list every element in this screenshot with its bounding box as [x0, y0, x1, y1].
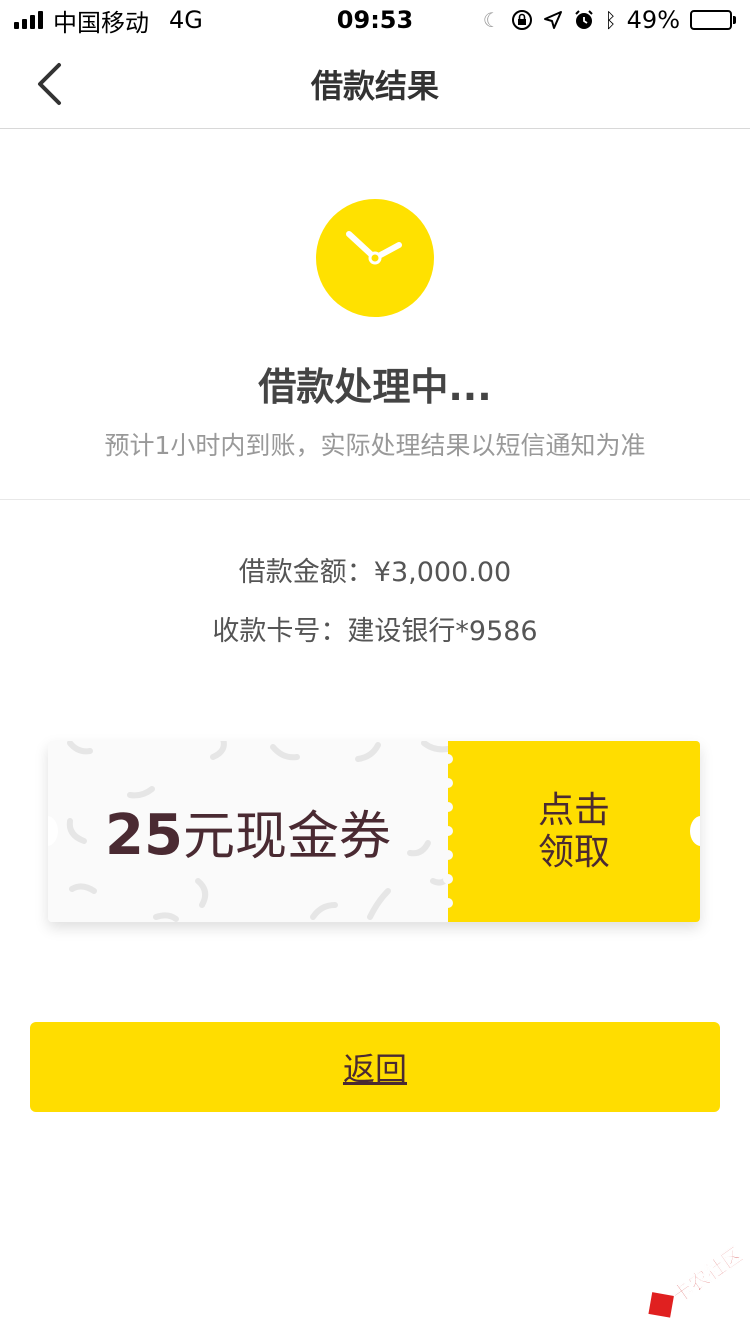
network-label: 4G [169, 6, 203, 34]
claim-coupon-button[interactable]: 点击领取 [443, 741, 700, 922]
return-label: 返回 [342, 1050, 407, 1088]
divider [0, 499, 750, 500]
battery-icon [690, 10, 736, 30]
coupon-body: 25元现金券 [48, 741, 448, 922]
status-title: 借款处理中... [258, 365, 492, 409]
location-icon [543, 11, 562, 29]
carrier-label: 中国移动 [53, 8, 149, 37]
coupon-label: 元现金券 [182, 807, 391, 867]
page-title: 借款结果 [310, 67, 439, 105]
return-button[interactable]: 返回 [30, 1022, 720, 1112]
status-subtitle: 预计1小时内到账，实际处理结果以短信通知为准 [104, 431, 646, 460]
back-button[interactable] [24, 58, 74, 110]
bluetooth-icon: ᛒ [604, 8, 617, 32]
signal-icon [14, 11, 43, 29]
battery-percent: 49% [626, 6, 680, 34]
coupon-title: 25元现金券 [105, 794, 391, 869]
alarm-icon [574, 10, 593, 29]
status-bar: 中国移动 4G 09:53 ☾ ᛒ 49% [0, 0, 750, 40]
receiving-card: 收款卡号：建设银行*9586 [212, 616, 538, 647]
watermark-logo: 卡农社区 [640, 1240, 750, 1320]
moon-icon: ☾ [482, 8, 501, 32]
status-left: 中国移动 4G [14, 3, 203, 38]
perforation [443, 754, 453, 908]
svg-text:卡农社区: 卡农社区 [668, 1242, 747, 1308]
status-time: 09:53 [336, 6, 414, 34]
nav-bar: 借款结果 [0, 40, 750, 129]
cash-coupon: 25元现金券 点击领取 [48, 741, 700, 922]
status-right: ☾ ᛒ 49% [483, 6, 736, 34]
clock-icon [316, 199, 434, 317]
coupon-amount: 25 [105, 803, 183, 868]
chevron-left-icon [38, 63, 61, 105]
rotation-lock-icon [511, 10, 532, 30]
loan-amount: 借款金额：¥3,000.00 [238, 557, 512, 588]
claim-label: 点击领取 [537, 789, 610, 873]
